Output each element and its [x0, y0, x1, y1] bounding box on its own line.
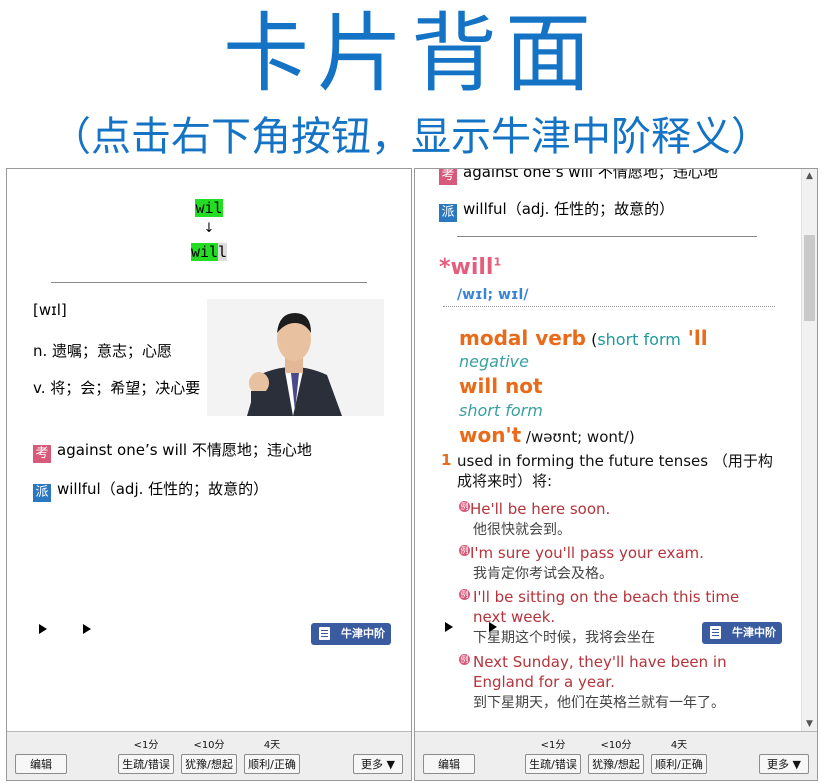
- negative-label: negative: [459, 352, 529, 371]
- word-spelling: wil: [7, 199, 411, 217]
- page-subtitle: （点击右下角按钮，显示牛津中阶释义）: [51, 114, 771, 160]
- hesitant-button[interactable]: 犹豫/想起: [588, 754, 644, 774]
- scroll-down-icon[interactable]: ▼: [806, 719, 813, 729]
- example-en: Next Sunday, they'll have been in Englan…: [473, 653, 727, 691]
- oxford-dictionary-button[interactable]: 牛津中阶: [311, 623, 391, 645]
- derivative-row: 派 willful（adj. 任性的；故意的）: [439, 198, 674, 222]
- example-icon: 例: [459, 501, 470, 512]
- contraction-pronunciation: /wəʊnt; wont/): [521, 428, 635, 446]
- derivative-text: willful（adj. 任性的；故意的）: [57, 480, 269, 498]
- headword-text: *will: [439, 255, 494, 280]
- part-of-speech-row: modal verb (short form 'll: [459, 326, 708, 350]
- example-item: 例 Next Sunday, they'll have been in Engla…: [459, 652, 759, 713]
- interval-label: <10分: [193, 740, 225, 751]
- arrow-down-icon: ↓: [203, 221, 215, 236]
- exam-tag-icon: 考: [33, 445, 51, 463]
- card-right-panel: 考 against one’s will 不情愿地；违心地 派 willful（ad…: [414, 168, 818, 781]
- forgot-button[interactable]: 生疏/错误: [118, 754, 174, 774]
- exam-phrase-row: 考 against one’s will 不情愿地；违心地: [33, 439, 312, 463]
- oxford-headword: *will1: [439, 255, 501, 280]
- contraction-form: won't: [459, 423, 522, 447]
- derivative-row: 派 willful（adj. 任性的；故意的）: [33, 478, 268, 502]
- interval-label: 4天: [263, 740, 281, 751]
- more-button[interactable]: 更多 ▼: [759, 754, 809, 774]
- part-of-speech: modal verb: [459, 326, 586, 350]
- phonetic: [wɪl]: [33, 301, 67, 319]
- interval-label: <10分: [600, 740, 632, 751]
- review-toolbar: <1分 <10分 4天 编辑 生疏/错误 犹豫/想起 顺利/正确 更多 ▼: [415, 731, 817, 780]
- scrollbar-thumb[interactable]: [804, 235, 815, 321]
- correct-button[interactable]: 顺利/正确: [244, 754, 300, 774]
- play-audio-icon[interactable]: [445, 622, 453, 632]
- forgot-button[interactable]: 生疏/错误: [525, 754, 581, 774]
- example-icon: 例: [459, 545, 470, 556]
- sense-definition: used in forming the future tenses （用于构成将…: [457, 452, 773, 490]
- play-audio-icon[interactable]: [83, 624, 91, 634]
- oxford-dictionary-button[interactable]: 牛津中阶: [702, 622, 782, 644]
- interval-label: 4天: [670, 740, 688, 751]
- notepad-icon: [319, 627, 330, 640]
- play-audio-icon[interactable]: [489, 622, 497, 632]
- sense-number: 1: [441, 451, 452, 469]
- example-icon: 例: [459, 589, 470, 600]
- contraction-row: won't /wəʊnt; wont/): [459, 423, 635, 447]
- page-title: 卡片背面: [223, 4, 599, 104]
- play-audio-icon[interactable]: [39, 624, 47, 634]
- example-en: I'm sure you'll pass your exam.: [470, 544, 704, 562]
- example-zh: 我肯定你考试会及格。: [473, 566, 613, 582]
- word-missing-part: l: [218, 243, 228, 261]
- short-form-label: short form: [597, 330, 681, 349]
- example-item: 例 He'll be here soon. 他很快就会到。: [459, 499, 783, 540]
- short-form-label-2: short form: [459, 401, 543, 420]
- interval-label: <1分: [133, 740, 159, 751]
- notepad-icon: [710, 626, 721, 639]
- exam-phrase-zh: 不情愿地；违心地: [187, 441, 312, 459]
- short-form-value: 'll: [680, 326, 708, 350]
- example-zh: 到下星期天，他们在英格兰就有一年了。: [473, 695, 725, 711]
- exam-tag-icon: 考: [439, 169, 457, 185]
- interval-label: <1分: [540, 740, 566, 751]
- definition-noun: n. 遗嘱；意志；心愿: [33, 342, 173, 360]
- oxford-button-label: 牛津中阶: [732, 626, 776, 639]
- review-toolbar: <1分 <10分 4天 编辑 生疏/错误 犹豫/想起 顺利/正确 更多 ▼: [7, 731, 411, 780]
- headword-superscript: 1: [493, 255, 502, 269]
- example-en: I'll be sitting on the beach this time n…: [473, 588, 740, 626]
- word-correct-part: wil: [190, 243, 219, 261]
- businessman-photo: [207, 299, 384, 416]
- divider: [51, 282, 367, 283]
- oxford-pronunciation: /wɪl; wɪl/: [457, 287, 529, 303]
- hesitant-button[interactable]: 犹豫/想起: [181, 754, 237, 774]
- word-top: wil: [195, 199, 223, 217]
- edit-button[interactable]: 编辑: [15, 754, 67, 774]
- derivative-tag-icon: 派: [33, 484, 51, 502]
- definition-verb: v. 将；会；希望；决心要: [33, 379, 201, 397]
- example-zh: 下星期这个时候，我将会坐在: [473, 630, 655, 646]
- example-zh: 他很快就会到。: [473, 522, 571, 538]
- derivative-tag-icon: 派: [439, 204, 457, 222]
- example-en: He'll be here soon.: [470, 500, 611, 518]
- paren-open: (: [586, 330, 598, 349]
- example-item: 例 I'm sure you'll pass your exam. 我肯定你考试会…: [459, 543, 783, 584]
- correct-button[interactable]: 顺利/正确: [651, 754, 707, 774]
- more-button[interactable]: 更多 ▼: [353, 754, 403, 774]
- divider: [457, 236, 757, 237]
- edit-button[interactable]: 编辑: [423, 754, 475, 774]
- example-icon: 例: [459, 654, 470, 665]
- cut-off-phrase: against one’s will 不情愿地；违心地: [463, 168, 718, 181]
- cut-off-phrase-row: 考 against one’s will 不情愿地；违心地: [439, 168, 799, 185]
- dotted-divider: [443, 306, 775, 307]
- negative-form: will not: [459, 374, 543, 398]
- word-answer: will: [7, 243, 411, 261]
- card-left-panel: wil ↓ will [wɪl] n. 遗嘱；意志；心愿 v. 将；会；希望；决…: [6, 168, 412, 781]
- oxford-button-label: 牛津中阶: [341, 627, 385, 640]
- vertical-scrollbar[interactable]: ▲ ▼: [801, 169, 817, 731]
- derivative-text: willful（adj. 任性的；故意的）: [463, 200, 675, 218]
- scroll-up-icon[interactable]: ▲: [806, 171, 813, 181]
- exam-phrase-en: against one’s will: [57, 441, 188, 459]
